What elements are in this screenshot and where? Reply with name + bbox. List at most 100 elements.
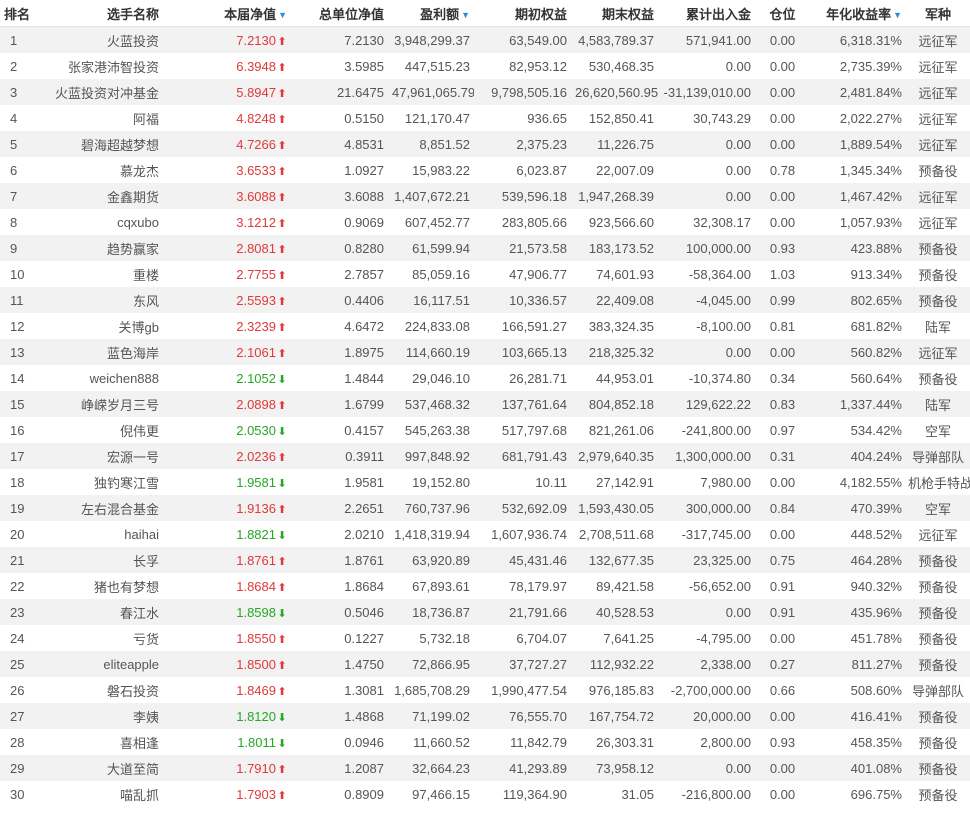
player-name[interactable]: 磐石投资 xyxy=(32,677,163,703)
player-name[interactable]: 东风 xyxy=(32,287,163,313)
header-nav[interactable]: 本届净值 ▼ xyxy=(163,0,291,27)
player-name[interactable]: 独钓寒江雪 xyxy=(32,469,163,495)
header-unit-nav[interactable]: 总单位净值 xyxy=(291,0,388,27)
start-equity-value: 41,293.89 xyxy=(474,755,571,781)
table-row[interactable]: 22 猪也有梦想 1.8684⬆ 1.8684 67,893.61 78,179.97 89… xyxy=(0,573,970,599)
player-name[interactable]: eliteapple xyxy=(32,651,163,677)
profit-value: 1,685,708.29 xyxy=(388,677,474,703)
player-name[interactable]: 蓝色海岸 xyxy=(32,339,163,365)
cum-flow-value: -2,700,000.00 xyxy=(658,677,755,703)
unit-nav-value: 3.6088 xyxy=(291,183,388,209)
table-row[interactable]: 11 东风 2.5593⬆ 0.4406 16,117.51 10,336.57 22,40… xyxy=(0,287,970,313)
player-name[interactable]: 碧海超越梦想 xyxy=(32,131,163,157)
header-rank[interactable]: 排名 xyxy=(0,0,32,27)
player-name[interactable]: weichen888 xyxy=(32,365,163,391)
header-profit[interactable]: 盈利额 ▼ xyxy=(388,0,474,27)
nav-value: 1.7910⬆ xyxy=(163,755,291,781)
table-row[interactable]: 19 左右混合基金 1.9136⬆ 2.2651 760,737.96 532,692.0… xyxy=(0,495,970,521)
arrow-up-icon: ⬆ xyxy=(277,347,287,360)
player-name[interactable]: 喵乱抓 xyxy=(32,781,163,807)
table-row[interactable]: 20 haihai 1.8821⬇ 2.0210 1,418,319.94 1,607,9… xyxy=(0,521,970,547)
table-row[interactable]: 21 长孚 1.8761⬆ 1.8761 63,920.89 45,431.46 132,6… xyxy=(0,547,970,573)
end-equity-value: 152,850.41 xyxy=(571,105,658,131)
table-row[interactable]: 4 阿福 4.8248⬆ 0.5150 121,170.47 936.65 152,850.… xyxy=(0,105,970,131)
profit-value: 997,848.92 xyxy=(388,443,474,469)
player-name[interactable]: 张家港沛智投资 xyxy=(32,53,163,79)
table-row[interactable]: 9 趋势赢家 2.8081⬆ 0.8280 61,599.94 21,573.58 183,… xyxy=(0,235,970,261)
table-row[interactable]: 25 eliteapple 1.8500⬆ 1.4750 72,866.95 37,727… xyxy=(0,651,970,677)
table-row[interactable]: 16 倪伟更 2.0530⬇ 0.4157 545,263.38 517,797.68 82… xyxy=(0,417,970,443)
table-row[interactable]: 18 独钓寒江雪 1.9581⬇ 1.9581 19,152.80 10.11 27,142… xyxy=(0,469,970,495)
player-name[interactable]: 长孚 xyxy=(32,547,163,573)
player-name[interactable]: 火蓝投资 xyxy=(32,26,163,53)
table-row[interactable]: 6 慕龙杰 3.6533⬆ 1.0927 15,983.22 6,023.87 22,007… xyxy=(0,157,970,183)
player-name[interactable]: 关博gb xyxy=(32,313,163,339)
end-equity-value: 923,566.60 xyxy=(571,209,658,235)
header-army[interactable]: 军种 xyxy=(906,0,970,27)
header-end-equity[interactable]: 期末权益 xyxy=(571,0,658,27)
sort-down-icon[interactable]: ▼ xyxy=(461,10,470,20)
nav-value: 2.0898⬆ xyxy=(163,391,291,417)
rank-cell: 21 xyxy=(0,547,32,573)
header-name[interactable]: 选手名称 xyxy=(32,0,163,27)
player-name[interactable]: 春江水 xyxy=(32,599,163,625)
player-name[interactable]: 慕龙杰 xyxy=(32,157,163,183)
player-name[interactable]: haihai xyxy=(32,521,163,547)
player-name[interactable]: 火蓝投资对冲基金 xyxy=(32,79,163,105)
rank-cell: 6 xyxy=(0,157,32,183)
table-row[interactable]: 10 重楼 2.7755⬆ 2.7857 85,059.16 47,906.77 74,60… xyxy=(0,261,970,287)
table-row[interactable]: 1 火蓝投资 7.2130⬆ 7.2130 3,948,299.37 63,549.00 4… xyxy=(0,26,970,53)
table-row[interactable]: 30 喵乱抓 1.7903⬆ 0.8909 97,466.15 119,364.90 31.… xyxy=(0,781,970,807)
profit-value: 3,948,299.37 xyxy=(388,26,474,53)
table-row[interactable]: 2 张家港沛智投资 6.3948⬆ 3.5985 447,515.23 82,953.12… xyxy=(0,53,970,79)
table-row[interactable]: 29 大道至简 1.7910⬆ 1.2087 32,664.23 41,293.89 73,… xyxy=(0,755,970,781)
table-row[interactable]: 26 磐石投资 1.8469⬆ 1.3081 1,685,708.29 1,990,477… xyxy=(0,677,970,703)
header-cum-flow[interactable]: 累计出入金 xyxy=(658,0,755,27)
player-name[interactable]: 重楼 xyxy=(32,261,163,287)
player-name[interactable]: 猪也有梦想 xyxy=(32,573,163,599)
sort-down-icon[interactable]: ▼ xyxy=(893,10,902,20)
table-row[interactable]: 24 亏货 1.8550⬆ 0.1227 5,732.18 6,704.07 7,641.2… xyxy=(0,625,970,651)
player-name[interactable]: 喜相逢 xyxy=(32,729,163,755)
table-row[interactable]: 3 火蓝投资对冲基金 5.8947⬆ 21.6475 47,961,065.79 9,79… xyxy=(0,79,970,105)
header-annual-yield[interactable]: 年化收益率 ▼ xyxy=(810,0,906,27)
table-row[interactable]: 7 金鑫期货 3.6088⬆ 3.6088 1,407,672.21 539,596.18… xyxy=(0,183,970,209)
table-row[interactable]: 28 喜相逢 1.8011⬇ 0.0946 11,660.52 11,842.79 26,3… xyxy=(0,729,970,755)
table-row[interactable]: 12 关博gb 2.3239⬆ 4.6472 224,833.08 166,591.27 3… xyxy=(0,313,970,339)
player-name[interactable]: 大道至简 xyxy=(32,755,163,781)
unit-nav-value: 0.0946 xyxy=(291,729,388,755)
player-name[interactable]: 阿福 xyxy=(32,105,163,131)
table-row[interactable]: 14 weichen888 2.1052⬇ 1.4844 29,046.10 26,281… xyxy=(0,365,970,391)
position-value: 0.93 xyxy=(755,235,810,261)
player-name[interactable]: 宏源一号 xyxy=(32,443,163,469)
player-name[interactable]: 李姨 xyxy=(32,703,163,729)
player-name[interactable]: 峥嵘岁月三号 xyxy=(32,391,163,417)
header-position[interactable]: 仓位 xyxy=(755,0,810,27)
unit-nav-value: 0.8280 xyxy=(291,235,388,261)
cum-flow-value: 571,941.00 xyxy=(658,26,755,53)
player-name[interactable]: 左右混合基金 xyxy=(32,495,163,521)
table-row[interactable]: 15 峥嵘岁月三号 2.0898⬆ 1.6799 537,468.32 137,761.6… xyxy=(0,391,970,417)
table-row[interactable]: 27 李姨 1.8120⬇ 1.4868 71,199.02 76,555.70 167,7… xyxy=(0,703,970,729)
profit-value: 18,736.87 xyxy=(388,599,474,625)
annual-yield-value: 2,735.39% xyxy=(810,53,906,79)
table-row[interactable]: 13 蓝色海岸 2.1061⬆ 1.8975 114,660.19 103,665.13 2… xyxy=(0,339,970,365)
table-row[interactable]: 23 春江水 1.8598⬇ 0.5046 18,736.87 21,791.66 40,5… xyxy=(0,599,970,625)
table-row[interactable]: 5 碧海超越梦想 4.7266⬆ 4.8531 8,851.52 2,375.23 11,2… xyxy=(0,131,970,157)
unit-nav-value: 1.4868 xyxy=(291,703,388,729)
army-type: 预备役 xyxy=(906,625,970,651)
player-name[interactable]: 金鑫期货 xyxy=(32,183,163,209)
nav-number: 2.1061 xyxy=(236,344,276,360)
sort-down-icon[interactable]: ▼ xyxy=(278,10,287,20)
table-row[interactable]: 8 cqxubo 3.1212⬆ 0.9069 607,452.77 283,805.66… xyxy=(0,209,970,235)
header-start-equity[interactable]: 期初权益 xyxy=(474,0,571,27)
player-name[interactable]: 倪伟更 xyxy=(32,417,163,443)
player-name[interactable]: 亏货 xyxy=(32,625,163,651)
rank-cell: 15 xyxy=(0,391,32,417)
player-name[interactable]: 趋势赢家 xyxy=(32,235,163,261)
nav-value: 7.2130⬆ xyxy=(163,26,291,53)
army-type: 远征军 xyxy=(906,26,970,53)
table-row[interactable]: 17 宏源一号 2.0236⬆ 0.3911 997,848.92 681,791.43 2… xyxy=(0,443,970,469)
unit-nav-value: 0.1227 xyxy=(291,625,388,651)
player-name[interactable]: cqxubo xyxy=(32,209,163,235)
